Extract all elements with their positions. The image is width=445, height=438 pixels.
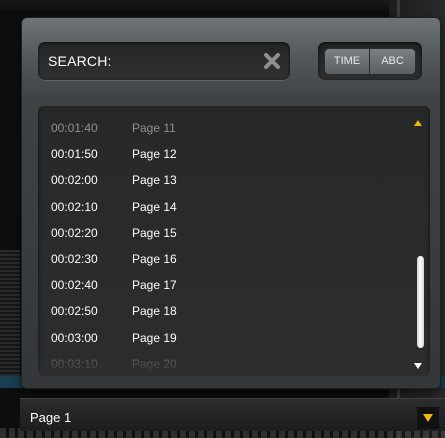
page-list[interactable]: 00:01:40 Page 11 00:01:50 Page 12 00:02:… — [38, 106, 430, 376]
sort-toggle: TIME ABC — [318, 42, 422, 80]
dropdown-button[interactable] — [417, 407, 439, 429]
list-item-page: Page 16 — [132, 251, 177, 266]
list-item-page: Page 17 — [132, 278, 177, 293]
list-item-time: 00:03:10 — [51, 356, 98, 371]
page-select-value: Page 1 — [30, 410, 72, 425]
triangle-down-icon — [423, 414, 433, 422]
list-item[interactable]: 00:01:50 Page 12 — [38, 141, 398, 167]
list-item-time: 00:02:40 — [51, 278, 98, 293]
search-input[interactable]: SEARCH: — [38, 42, 290, 80]
list-item-page: Page 12 — [132, 147, 177, 162]
list-item[interactable]: 00:03:00 Page 19 — [38, 325, 398, 351]
list-item-page: Page 15 — [132, 225, 177, 240]
close-x-icon[interactable] — [262, 51, 282, 71]
list-item[interactable]: 00:03:10 Page 20 — [38, 351, 398, 376]
list-item[interactable]: 00:01:40 Page 11 — [38, 115, 398, 141]
list-item-page: Page 20 — [132, 356, 177, 371]
triangle-down-icon[interactable] — [414, 363, 422, 369]
page-select[interactable]: Page 1 — [20, 398, 445, 431]
list-item[interactable]: 00:02:10 Page 14 — [38, 194, 398, 220]
list-item-time: 00:02:20 — [51, 225, 98, 240]
list-item-page: Page 19 — [132, 330, 177, 345]
list-item[interactable]: 00:02:50 Page 18 — [38, 298, 398, 324]
list-item-time: 00:02:10 — [51, 199, 98, 214]
list-item-time: 00:02:50 — [51, 304, 98, 319]
search-label: SEARCH: — [48, 53, 112, 69]
list-item-time: 00:01:50 — [51, 147, 98, 162]
list-item[interactable]: 00:02:40 Page 17 — [38, 272, 398, 298]
list-item-time: 00:03:00 — [51, 330, 98, 345]
list-item[interactable]: 00:02:20 Page 15 — [38, 220, 398, 246]
list-item[interactable]: 00:02:00 Page 13 — [38, 167, 398, 193]
list-item-time: 00:02:00 — [51, 173, 98, 188]
list-item-page: Page 11 — [132, 121, 176, 135]
sort-by-time-button[interactable]: TIME — [324, 48, 370, 75]
list-item-time: 00:01:40 — [51, 121, 98, 135]
list-item-page: Page 18 — [132, 304, 177, 319]
page-search-popup: SEARCH: TIME ABC 00:01:40 Page 11 00:01:… — [22, 18, 440, 388]
list-item-page: Page 13 — [132, 173, 177, 188]
list-item-page: Page 14 — [132, 199, 177, 214]
list-item-time: 00:02:30 — [51, 251, 98, 266]
triangle-up-icon[interactable] — [414, 120, 422, 126]
list-item[interactable]: 00:02:30 Page 16 — [38, 246, 398, 272]
sort-by-abc-button[interactable]: ABC — [369, 48, 416, 75]
background-app-left — [0, 250, 20, 380]
scrollbar-thumb[interactable] — [417, 256, 424, 348]
background-app-top — [0, 0, 445, 14]
